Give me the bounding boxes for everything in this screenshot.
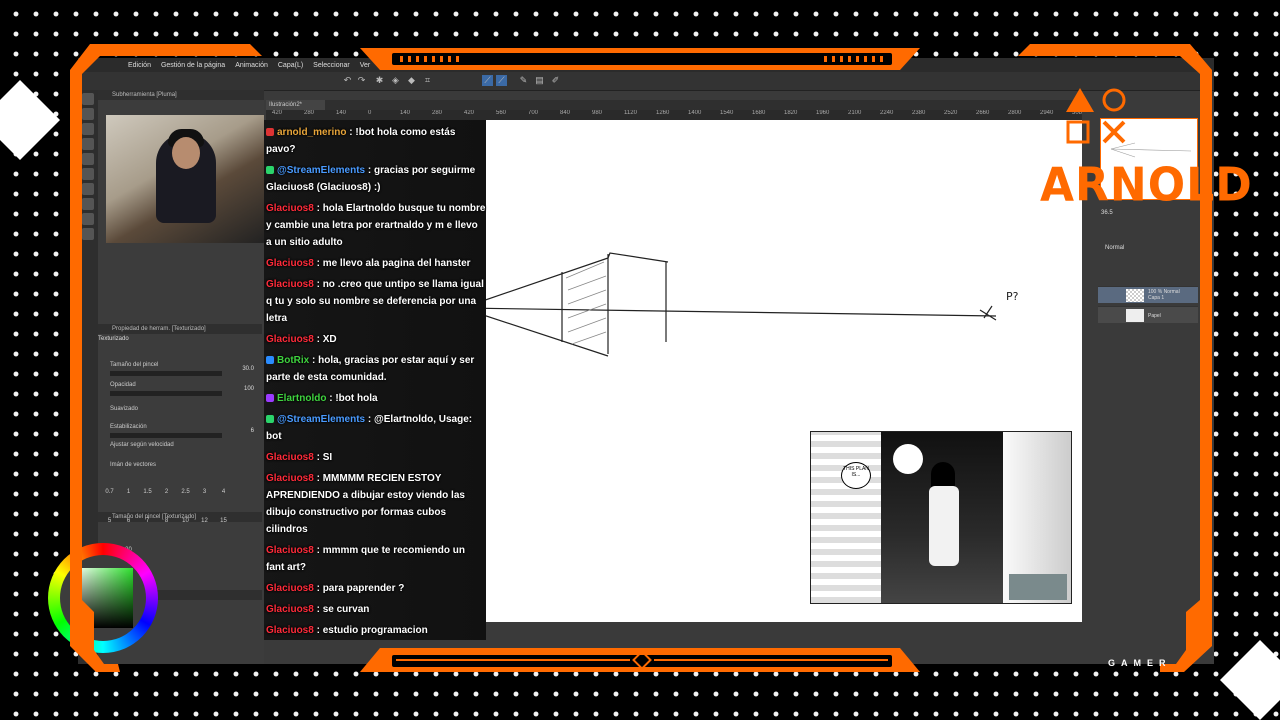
brand-logo: ARNOLD — [1040, 158, 1253, 213]
brand-tagline: GAMER — [1108, 658, 1172, 668]
playstation-symbols-icon — [1066, 88, 1126, 144]
stream-frame-overlay — [0, 44, 1280, 720]
